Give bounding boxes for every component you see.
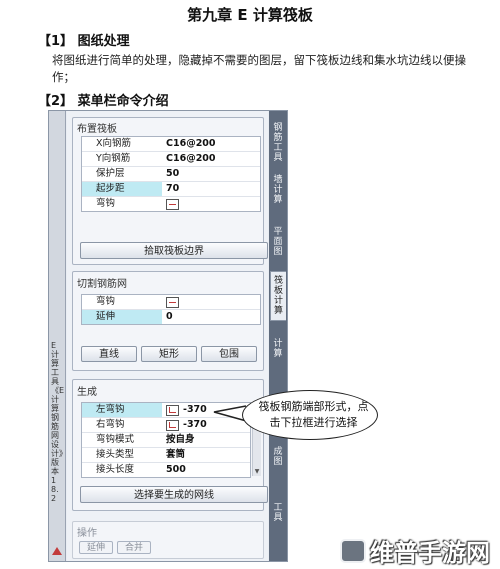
scroll-down-icon[interactable]: ▼ [253,468,261,476]
row-name: 弯钩 [96,198,116,209]
row-name: 接头长度 [96,464,135,475]
row-value[interactable]: 按自身 [162,433,250,447]
row-name: 弯钩模式 [96,434,135,445]
row-value[interactable]: 套筒 [162,448,250,462]
table-row[interactable]: 弯钩 [82,295,260,310]
watermark-text: 维普手游网 [370,539,490,567]
tab-raft-calc[interactable]: 筏板计算 [270,271,286,321]
panel-side-strip: E计算工具 《E计算钢筋网设计》 版本18.2 [49,111,67,561]
row-name: 延伸 [82,310,162,324]
row-value[interactable]: 500 [162,463,250,477]
hook-straight-icon[interactable] [166,296,179,308]
group-title: 布置筏板 [77,124,117,135]
table-row[interactable]: 弯钩模式 按自身 [82,433,250,448]
row-name: 弯钩 [96,296,116,307]
cut-line-button[interactable]: 直线 [81,346,137,362]
section-heading-2: 【2】 菜单栏命令介绍 [38,94,169,109]
watermark-logo-icon [340,539,366,563]
warning-icon [52,547,62,555]
row-name: 右弯钩 [96,419,125,430]
row-value[interactable]: -370 [162,403,250,417]
cut-group: 切割钢筋网 弯钩 延伸 0 直线 矩形 包围 [72,271,264,371]
property-table: 左弯钩 -370 右弯钩 -370 弯钩模式 按自身 接头类型 套筒 接头长度 500 [81,402,251,478]
section-heading-1: 【1】 图纸处理 [38,34,130,49]
table-row[interactable]: 接头类型 套筒 [82,448,250,463]
table-row[interactable]: 保护层 50 [82,167,260,182]
row-value[interactable]: -370 [162,418,250,432]
row-name: 接头类型 [96,449,135,460]
tab-rebar-tools[interactable]: 钢筋工具 [270,123,286,163]
tab-calc[interactable]: 计算 [270,339,286,359]
right-hook-value: -370 [183,419,207,430]
hook-bent-icon[interactable] [166,419,179,431]
hook-bent-icon[interactable] [166,404,179,416]
callout-text: 筏板钢筋端部形式，点击下拉框进行选择 [258,400,369,429]
row-value[interactable]: C16@200 [162,152,260,166]
tab-plan[interactable]: 平面图 [270,227,286,257]
table-row[interactable]: X向钢筋 C16@200 [82,137,260,152]
select-mesh-lines-button[interactable]: 选择要生成的网线 [80,486,268,503]
merge-button[interactable]: 合并 [117,541,151,554]
row-name: 左弯钩 [82,403,162,417]
pick-raft-boundary-button[interactable]: 拾取筏板边界 [80,242,268,259]
table-row[interactable]: 弯钩 [82,197,260,211]
table-row[interactable]: Y向钢筋 C16@200 [82,152,260,167]
table-row[interactable]: 右弯钩 -370 [82,418,250,433]
row-value[interactable] [162,197,260,211]
row-name: 起步距 [82,182,162,196]
tab-tools[interactable]: 工具 [270,503,286,523]
tab-drawing[interactable]: 成图 [270,447,286,467]
row-value[interactable]: 0 [162,310,260,324]
row-value[interactable]: 50 [162,167,260,181]
group-title: 生成 [77,387,97,398]
tab-wall-calc[interactable]: 墙计算 [270,175,286,205]
generate-group: 生成 左弯钩 -370 右弯钩 -370 弯钩模式 按自身 接头类型 套筒 接头长度 50… [72,379,268,511]
plugin-panel: E计算工具 《E计算钢筋网设计》 版本18.2 布置筏板 X向钢筋 C16@200… [48,110,288,562]
layout-group: 布置筏板 X向钢筋 C16@200 Y向钢筋 C16@200 保护层 50 起步距 70… [72,117,268,265]
row-name: X向钢筋 [96,138,132,149]
property-table: 弯钩 延伸 0 [81,294,261,325]
row-value[interactable]: C16@200 [162,137,260,151]
table-row[interactable]: 延伸 0 [82,310,260,324]
panel-side-title: E计算工具 《E计算钢筋网设计》 版本18.2 [51,341,67,503]
extend-button[interactable]: 延伸 [79,541,113,554]
operations-group: 操作 延伸 合并 [72,521,264,559]
property-table: X向钢筋 C16@200 Y向钢筋 C16@200 保护层 50 起步距 70 弯钩 [81,136,261,212]
group-title: 切割钢筋网 [77,279,127,290]
group-title: 操作 [77,528,97,539]
hook-straight-icon[interactable] [166,198,179,210]
section-paragraph-1: 将图纸进行简单的处理，隐藏掉不需要的图层，留下筏板边线和集水坑边线以便操作； [52,53,466,84]
panel-main: 布置筏板 X向钢筋 C16@200 Y向钢筋 C16@200 保护层 50 起步距 70… [67,111,268,561]
panel-tab-strip: 钢筋工具 墙计算 平面图 筏板计算 计算 成图 工具 [269,111,287,561]
table-row[interactable]: 接头长度 500 [82,463,250,477]
row-name: 保护层 [96,168,125,179]
cut-rect-button[interactable]: 矩形 [141,346,197,362]
document-title: 第九章 E 计算筏板 [187,6,313,24]
left-hook-value: -370 [183,404,207,415]
table-row[interactable]: 起步距 70 [82,182,260,197]
cut-surround-button[interactable]: 包围 [201,346,257,362]
row-value[interactable]: 70 [162,182,260,196]
row-value[interactable] [162,295,260,309]
row-name: Y向钢筋 [96,153,131,164]
table-row[interactable]: 左弯钩 -370 [82,403,250,418]
